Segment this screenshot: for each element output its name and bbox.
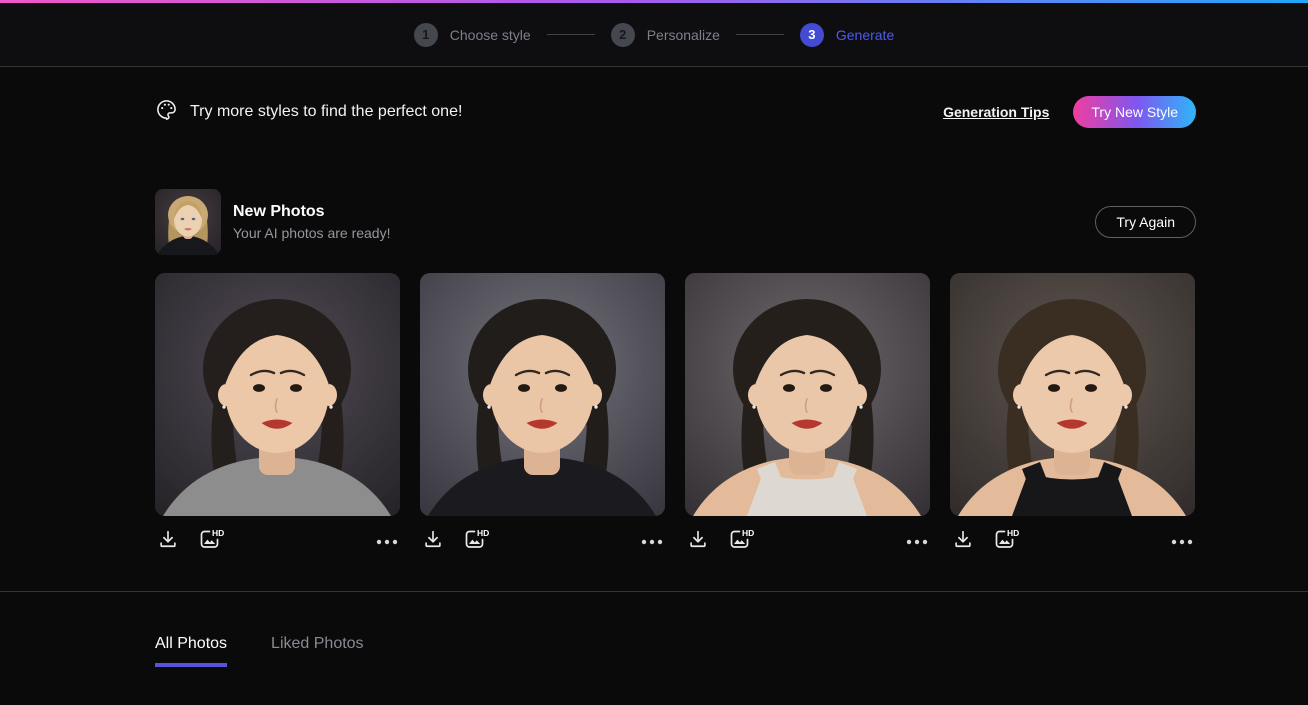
hd-download-button[interactable]: HD (990, 525, 1022, 556)
svg-text:HD: HD (1007, 528, 1019, 538)
ai-portrait-2[interactable] (420, 273, 665, 516)
photo-cell: HD (420, 273, 665, 555)
main-content: Try more styles to find the perfect one!… (155, 95, 1196, 555)
new-photos-row: New Photos Your AI photos are ready! Try… (155, 189, 1196, 255)
more-options-button[interactable] (1169, 531, 1195, 550)
photo-actions: HD (420, 525, 665, 555)
new-photos-subtitle: Your AI photos are ready! (233, 225, 390, 241)
download-button[interactable] (950, 526, 976, 555)
hd-photo-icon: HD (462, 527, 490, 554)
ai-portrait-4[interactable] (950, 273, 1195, 516)
stepper: 1 Choose style 2 Personalize 3 Generate (414, 23, 894, 47)
download-button[interactable] (685, 526, 711, 555)
ai-portrait-3[interactable] (685, 273, 930, 516)
new-photos-info: New Photos Your AI photos are ready! (155, 189, 390, 255)
svg-text:HD: HD (477, 528, 489, 538)
divider-top (0, 66, 1308, 67)
download-button[interactable] (155, 526, 181, 555)
step-connector-line (547, 34, 595, 35)
step-connector-line (736, 34, 784, 35)
svg-text:HD: HD (212, 528, 224, 538)
header-row: Try more styles to find the perfect one!… (155, 95, 1196, 129)
photo-actions: HD (950, 525, 1195, 555)
download-icon (157, 528, 179, 553)
stepper-bar: 1 Choose style 2 Personalize 3 Generate (0, 3, 1308, 66)
photo-grid: HD HD (155, 273, 1196, 555)
more-options-button[interactable] (639, 531, 665, 550)
step-personalize[interactable]: 2 Personalize (611, 23, 720, 47)
new-photos-title: New Photos (233, 203, 390, 221)
step-label: Choose style (450, 27, 531, 43)
more-options-icon (906, 533, 928, 548)
ai-portrait-3-image (685, 273, 930, 516)
hd-download-button[interactable]: HD (460, 525, 492, 556)
tab-all-photos[interactable]: All Photos (155, 635, 227, 667)
divider-bottom (0, 591, 1308, 592)
tab-liked-photos[interactable]: Liked Photos (271, 635, 364, 667)
ai-portrait-4-image (950, 273, 1195, 516)
photos-tabs: All Photos Liked Photos (155, 635, 1308, 667)
photo-actions: HD (155, 525, 400, 555)
try-again-button[interactable]: Try Again (1095, 206, 1196, 238)
download-button[interactable] (420, 526, 446, 555)
more-options-icon (376, 533, 398, 548)
palette-icon (155, 98, 178, 126)
hd-download-button[interactable]: HD (195, 525, 227, 556)
header-right: Generation Tips Try New Style (943, 96, 1196, 128)
step-generate[interactable]: 3 Generate (800, 23, 894, 47)
try-new-style-button[interactable]: Try New Style (1073, 96, 1196, 128)
step-number-badge: 3 (800, 23, 824, 47)
new-photos-text: New Photos Your AI photos are ready! (233, 203, 390, 241)
more-options-button[interactable] (904, 531, 930, 550)
photo-actions: HD (685, 525, 930, 555)
more-options-button[interactable] (374, 531, 400, 550)
ai-portrait-1[interactable] (155, 273, 400, 516)
more-options-icon (1171, 533, 1193, 548)
hd-photo-icon: HD (197, 527, 225, 554)
hd-photo-icon: HD (727, 527, 755, 554)
svg-text:HD: HD (742, 528, 754, 538)
download-icon (422, 528, 444, 553)
hd-photo-icon: HD (992, 527, 1020, 554)
header-left: Try more styles to find the perfect one! (155, 98, 462, 126)
step-label: Generate (836, 27, 894, 43)
photo-cell: HD (950, 273, 1195, 555)
generation-tips-link[interactable]: Generation Tips (943, 104, 1049, 120)
ai-portrait-1-image (155, 273, 400, 516)
step-label: Personalize (647, 27, 720, 43)
ai-portrait-2-image (420, 273, 665, 516)
photo-cell: HD (685, 273, 930, 555)
more-options-icon (641, 533, 663, 548)
download-icon (952, 528, 974, 553)
step-number-badge: 2 (611, 23, 635, 47)
hd-download-button[interactable]: HD (725, 525, 757, 556)
download-icon (687, 528, 709, 553)
header-message: Try more styles to find the perfect one! (190, 103, 462, 121)
photo-cell: HD (155, 273, 400, 555)
avatar (155, 189, 221, 255)
step-number-badge: 1 (414, 23, 438, 47)
step-choose-style[interactable]: 1 Choose style (414, 23, 531, 47)
